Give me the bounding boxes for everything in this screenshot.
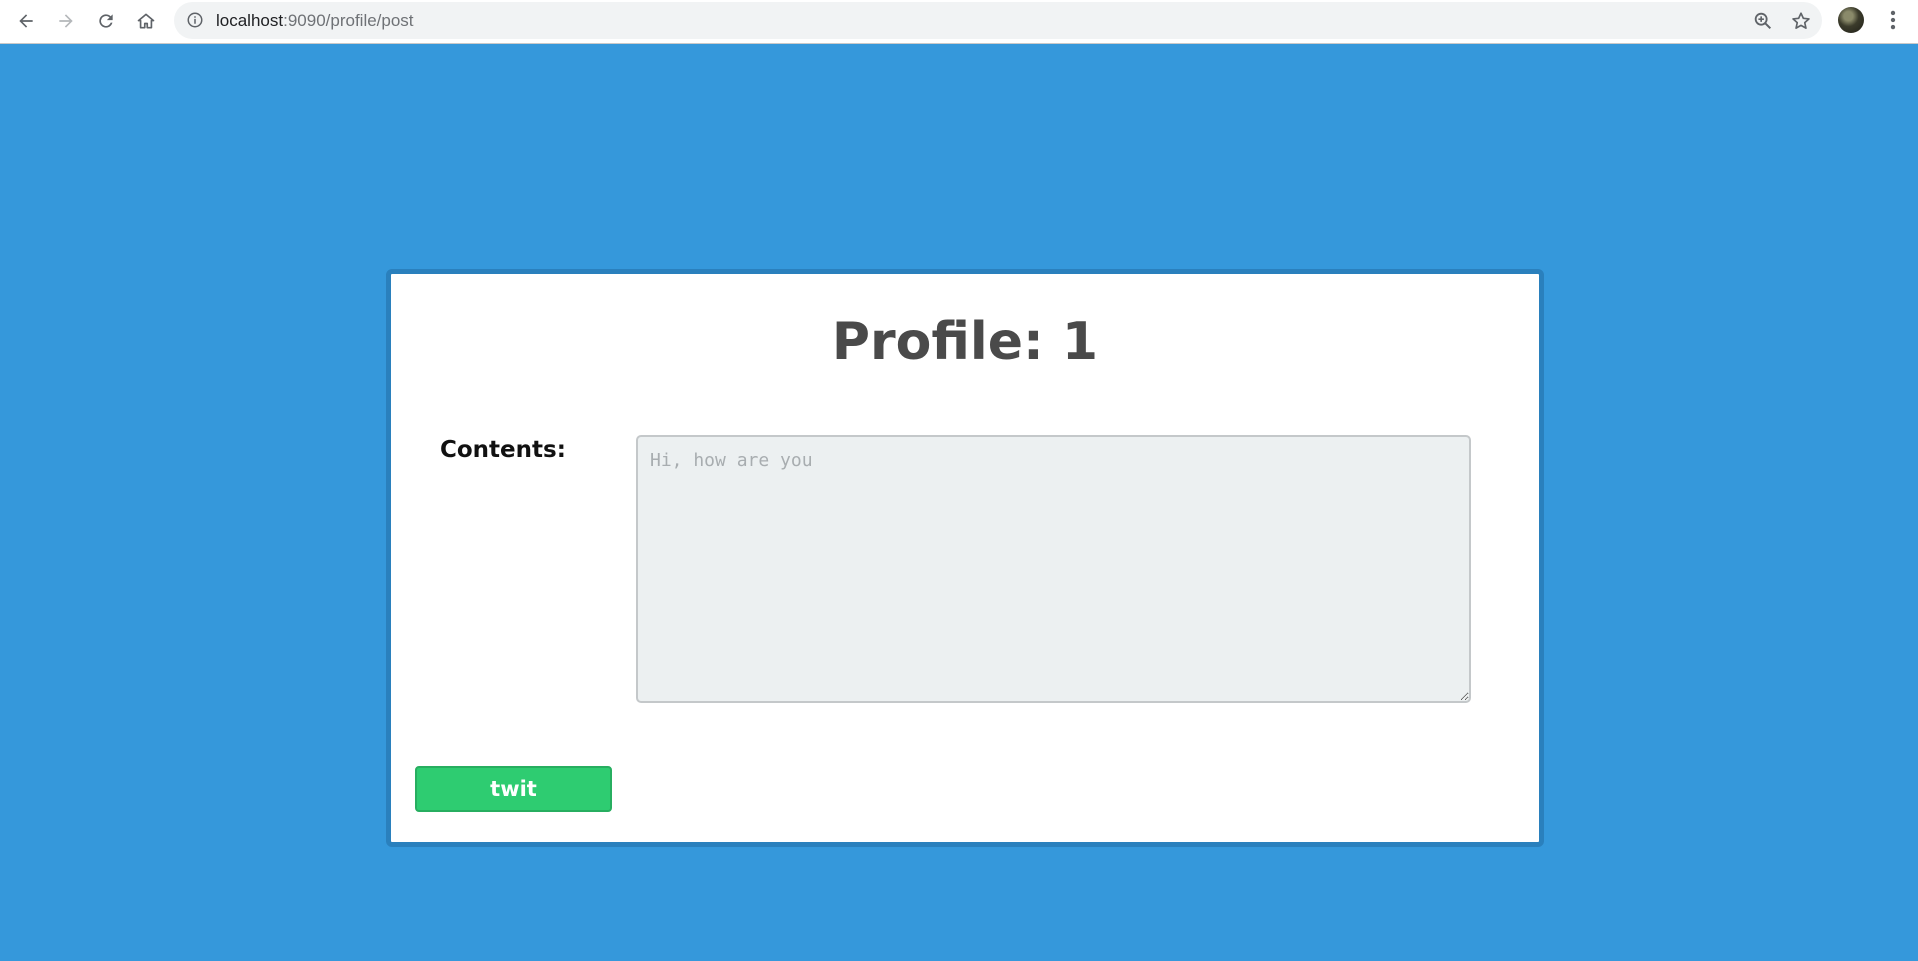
reload-icon [99,14,113,28]
star-icon[interactable] [1790,10,1812,32]
home-icon [137,13,155,29]
contents-textarea[interactable] [636,435,1471,703]
info-icon[interactable] [186,11,204,29]
url-text[interactable]: localhost:9090/profile/post [216,11,414,31]
home-button[interactable] [131,6,161,36]
back-button[interactable] [11,6,41,36]
forward-arrow-icon [59,14,73,28]
url-path: :9090/profile/post [283,11,414,30]
menu-icon[interactable] [1880,7,1906,33]
address-bar[interactable]: localhost:9090/profile/post [174,2,1822,39]
page-title: Profile: 1 [831,312,1099,372]
zoom-icon[interactable] [1752,10,1774,32]
avatar[interactable] [1838,7,1864,33]
post-card: Profile: 1 Contents: twit [386,269,1544,847]
browser-toolbar: localhost:9090/profile/post [0,0,1918,44]
back-arrow-icon [19,14,33,28]
url-host: localhost [216,11,284,30]
forward-button[interactable] [51,6,81,36]
twit-button[interactable]: twit [415,766,612,812]
contents-label: Contents: [440,437,566,463]
reload-button[interactable] [91,6,121,36]
